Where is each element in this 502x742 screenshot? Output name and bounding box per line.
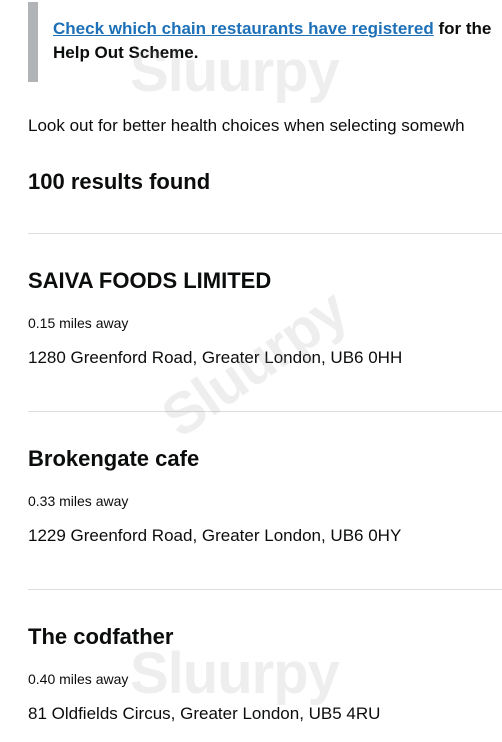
result-name[interactable]: Brokengate cafe: [28, 445, 401, 473]
inset-text: Check which chain restaurants have regis…: [53, 17, 502, 65]
inset-text-line2: Help Out Scheme.: [53, 43, 199, 62]
results-count-heading: 100 results found: [28, 169, 211, 194]
result-name[interactable]: The codfather: [28, 623, 380, 651]
result-address: 81 Oldfields Circus, Greater London, UB5…: [28, 704, 381, 723]
result-name[interactable]: SAIVA FOODS LIMITED: [28, 267, 402, 295]
inset-notice: Check which chain restaurants have regis…: [28, 2, 502, 82]
result-address: 1229 Greenford Road, Greater London, UB6…: [28, 526, 402, 545]
page: Check which chain restaurants have regis…: [0, 0, 502, 742]
result-item: The codfather 0.40 miles away 81 Oldfiel…: [28, 623, 380, 726]
results-divider: [28, 411, 502, 412]
result-distance: 0.15 miles away: [28, 315, 129, 331]
result-item: Brokengate cafe 0.33 miles away 1229 Gre…: [28, 445, 401, 548]
result-distance: 0.33 miles away: [28, 493, 129, 509]
results-divider: [28, 233, 502, 234]
intro-paragraph: Look out for better health choices when …: [28, 116, 465, 135]
result-address: 1280 Greenford Road, Greater London, UB6…: [28, 348, 403, 367]
chain-restaurants-link[interactable]: Check which chain restaurants have regis…: [53, 19, 434, 38]
results-divider: [28, 589, 502, 590]
result-item: SAIVA FOODS LIMITED 0.15 miles away 1280…: [28, 267, 402, 370]
result-distance: 0.40 miles away: [28, 671, 129, 687]
inset-text-rest: for the: [433, 19, 492, 38]
